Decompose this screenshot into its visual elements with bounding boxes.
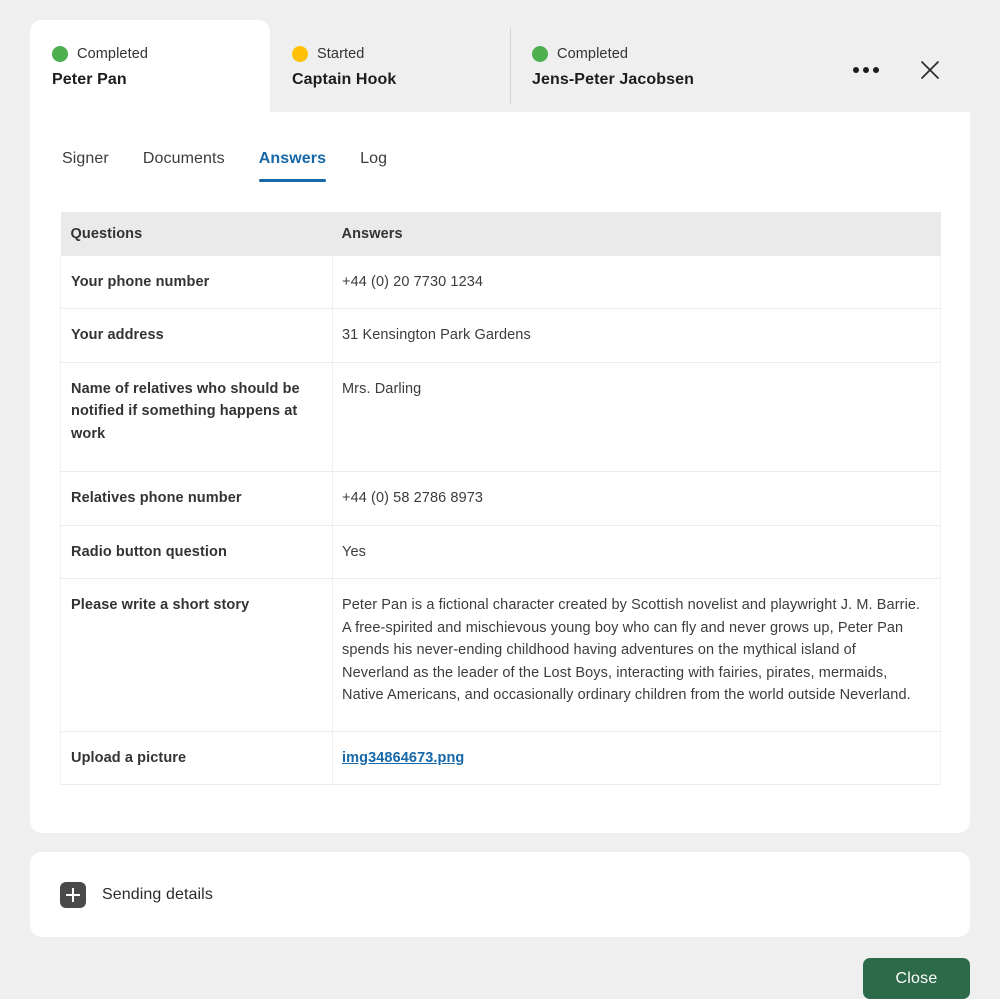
column-header-answers: Answers (332, 212, 941, 256)
close-button[interactable]: Close (863, 958, 970, 999)
uploaded-file-link[interactable]: img34864673.png (342, 750, 464, 766)
question-cell: Please write a short story (60, 578, 333, 732)
tab-answers[interactable]: Answers (258, 150, 327, 182)
answers-panel: Signer Documents Answers Log Questions A… (30, 112, 970, 834)
answer-cell-story: Peter Pan is a fictional character creat… (332, 578, 941, 732)
question-cell: Your address (60, 308, 333, 363)
signer-status: Completed (532, 44, 810, 64)
answer-cell: 31 Kensington Park Gardens (332, 308, 941, 363)
answer-cell: +44 (0) 58 2786 8973 (332, 471, 941, 526)
signer-tab-captain-hook[interactable]: Started Captain Hook (270, 20, 510, 112)
tab-log[interactable]: Log (360, 150, 387, 182)
dialog-root: Completed Peter Pan Started Captain Hook… (0, 0, 1000, 999)
sending-details-label: Sending details (102, 885, 213, 903)
column-header-questions: Questions (60, 212, 333, 256)
question-cell: Upload a picture (60, 731, 333, 786)
signer-tab-peter-pan[interactable]: Completed Peter Pan (30, 20, 270, 112)
status-dot-completed-icon (532, 46, 548, 62)
ellipsis-icon (853, 67, 879, 73)
header-actions (846, 50, 950, 90)
signer-name: Captain Hook (292, 71, 397, 88)
status-dot-started-icon (292, 46, 308, 62)
question-cell: Relatives phone number (60, 471, 333, 526)
table-row: Your address 31 Kensington Park Gardens (60, 308, 941, 363)
table-row: Relatives phone number +44 (0) 58 2786 8… (60, 471, 941, 526)
signer-tabstrip: Completed Peter Pan Started Captain Hook… (30, 20, 970, 112)
close-icon (921, 61, 939, 79)
answer-cell: Mrs. Darling (332, 362, 941, 473)
signer-name: Jens-Peter Jacobsen (532, 71, 694, 88)
signer-tab-jens-peter-jacobsen[interactable]: Completed Jens-Peter Jacobsen (510, 20, 810, 112)
answer-cell: +44 (0) 20 7730 1234 (332, 256, 941, 310)
signer-status-label: Completed (77, 46, 149, 62)
more-options-button[interactable] (846, 50, 886, 90)
signer-status-label: Started (317, 46, 365, 62)
status-dot-completed-icon (52, 46, 68, 62)
plus-icon[interactable] (60, 881, 86, 908)
signer-detail-modal: Completed Peter Pan Started Captain Hook… (30, 20, 970, 834)
tab-signer[interactable]: Signer (62, 150, 109, 182)
question-cell: Your phone number (60, 256, 333, 310)
table-row: Your phone number +44 (0) 20 7730 1234 (60, 256, 941, 310)
table-row: Radio button question Yes (60, 525, 941, 580)
signer-status: Completed (52, 44, 270, 64)
signer-name: Peter Pan (52, 71, 127, 88)
tab-documents[interactable]: Documents (143, 150, 225, 182)
answer-cell-file: img34864673.png (332, 731, 941, 786)
sending-details-card[interactable]: Sending details (30, 852, 970, 938)
table-row: Upload a picture img34864673.png (60, 731, 941, 786)
signer-status-label: Completed (557, 46, 629, 62)
answer-cell: Yes (332, 525, 941, 580)
question-cell: Radio button question (60, 525, 333, 580)
signer-status: Started (292, 44, 510, 64)
table-header-row: Questions Answers (60, 212, 941, 256)
close-dialog-button[interactable] (910, 50, 950, 90)
question-cell: Name of relatives who should be notified… (60, 362, 333, 473)
table-row: Please write a short story Peter Pan is … (60, 578, 941, 732)
detail-nav-tabs: Signer Documents Answers Log (60, 150, 940, 182)
table-row: Name of relatives who should be notified… (60, 362, 941, 473)
answers-table: Questions Answers Your phone number +44 … (60, 212, 941, 786)
dialog-footer: Close (30, 958, 970, 999)
